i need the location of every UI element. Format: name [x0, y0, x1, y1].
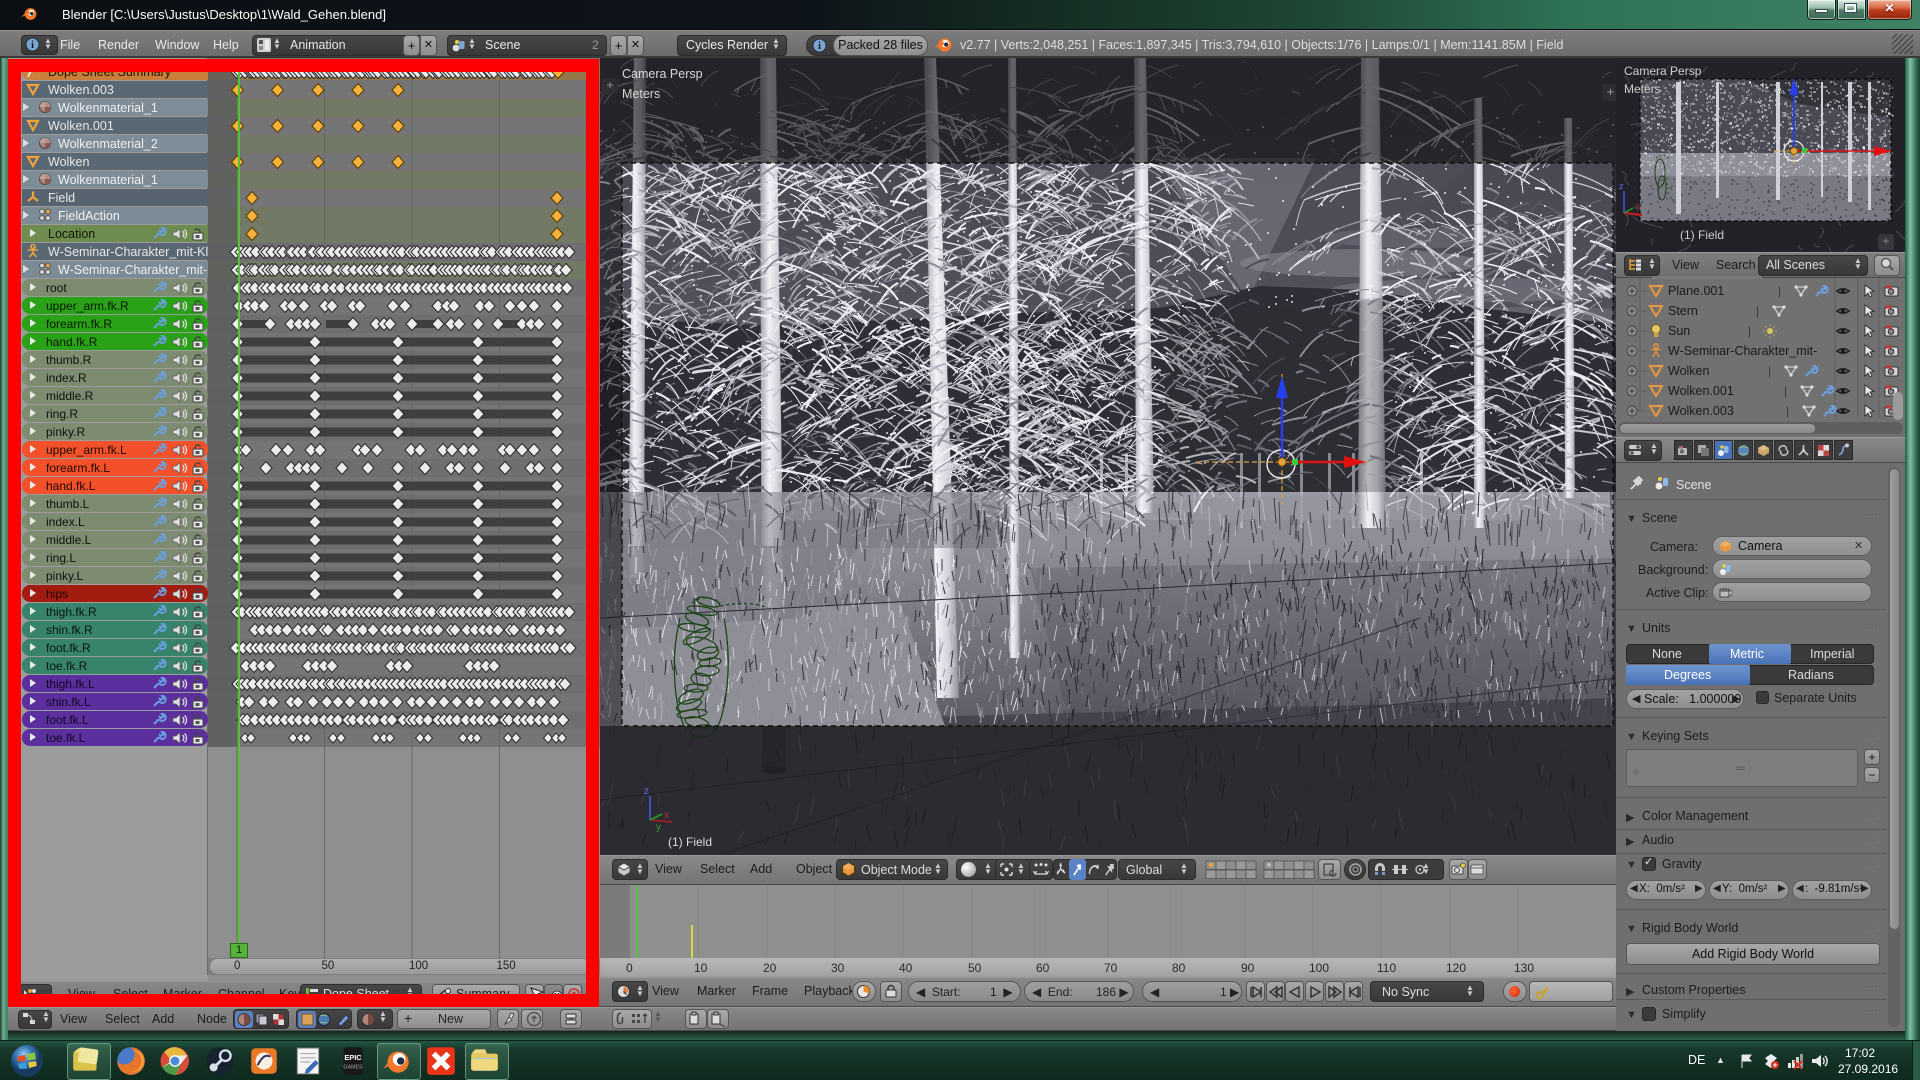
svg-text:i: i — [31, 40, 34, 51]
svg-text:y: y — [656, 822, 661, 833]
svg-text:z: z — [644, 786, 649, 797]
svg-text:x: x — [1636, 201, 1641, 211]
svg-text:i: i — [818, 41, 821, 52]
svg-text:x: x — [664, 810, 669, 821]
svg-text:EPIC: EPIC — [344, 1053, 362, 1062]
svg-text:GAMES: GAMES — [343, 1064, 363, 1070]
svg-text:z: z — [1619, 181, 1624, 191]
